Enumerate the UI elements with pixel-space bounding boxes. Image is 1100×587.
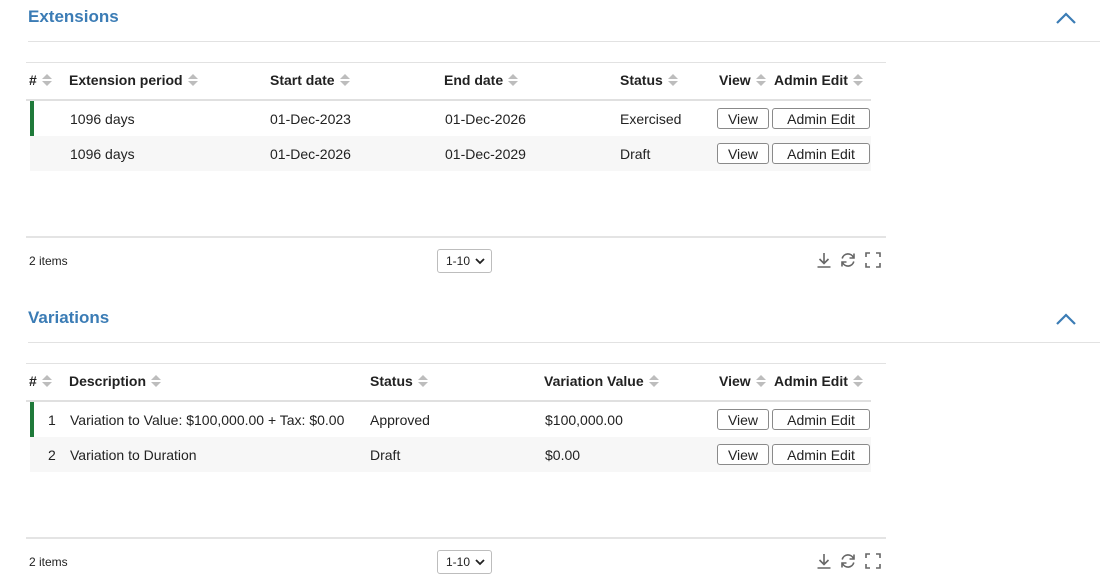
cell-status: Draft	[370, 447, 401, 463]
sort-icon	[339, 73, 350, 87]
section-title-extensions: Extensions	[28, 7, 119, 26]
sort-icon	[41, 374, 52, 388]
download-icon[interactable]	[815, 251, 833, 269]
col-header-label: #	[29, 72, 37, 88]
cell-variation-value: $100,000.00	[545, 412, 623, 428]
col-header-admin-edit[interactable]: Admin Edit	[774, 371, 863, 391]
extensions-section: Extensions # Extension period Start date…	[0, 0, 1100, 285]
table-row[interactable]: 1 Variation to Value: $100,000.00 + Tax:…	[30, 402, 871, 437]
table-row[interactable]: 1096 days 01-Dec-2026 01-Dec-2029 Draft …	[30, 136, 871, 171]
cell-extension-period: 1096 days	[70, 146, 135, 162]
col-header-label: Extension period	[69, 72, 183, 88]
col-header-number[interactable]: #	[29, 70, 52, 90]
col-header-start-date[interactable]: Start date	[270, 70, 350, 90]
item-count: 2 items	[29, 555, 68, 569]
col-header-label: Description	[69, 373, 147, 389]
refresh-icon[interactable]	[839, 251, 857, 269]
col-header-variation-value[interactable]: Variation Value	[544, 371, 659, 391]
view-button[interactable]: View	[717, 143, 769, 164]
page-size-select[interactable]: 1-10	[437, 249, 492, 273]
sort-icon	[151, 374, 162, 388]
view-button[interactable]: View	[717, 409, 769, 430]
sort-icon	[755, 374, 766, 388]
admin-edit-button[interactable]: Admin Edit	[772, 143, 870, 164]
selected-row-marker	[30, 402, 34, 437]
sort-icon	[648, 374, 659, 388]
view-button[interactable]: View	[717, 108, 769, 129]
col-header-number[interactable]: #	[29, 371, 52, 391]
col-header-view[interactable]: View	[719, 70, 766, 90]
grid-top-border	[26, 363, 886, 364]
sort-icon	[41, 73, 52, 87]
col-header-extension-period[interactable]: Extension period	[69, 70, 198, 90]
cell-extension-period: 1096 days	[70, 111, 135, 127]
page-size-value: 1-10	[446, 555, 471, 569]
sort-icon	[667, 73, 678, 87]
cell-end-date: 01-Dec-2029	[445, 146, 526, 162]
col-header-status[interactable]: Status	[620, 70, 678, 90]
cell-status: Draft	[620, 146, 651, 162]
cell-start-date: 01-Dec-2026	[270, 146, 351, 162]
cell-number: 1	[48, 412, 56, 428]
variations-section: Variations # Description Status Variatio…	[0, 301, 1100, 587]
cell-description: Variation to Duration	[70, 447, 197, 463]
chevron-up-icon	[1056, 12, 1076, 24]
col-header-label: Status	[620, 72, 663, 88]
table-row[interactable]: 2 Variation to Duration Draft $0.00 View…	[30, 437, 871, 472]
section-divider	[28, 41, 1100, 42]
col-header-status[interactable]: Status	[370, 371, 428, 391]
col-header-admin-edit[interactable]: Admin Edit	[774, 70, 863, 90]
col-header-label: Admin Edit	[774, 373, 848, 389]
collapse-extensions-button[interactable]	[1054, 8, 1078, 28]
col-header-label: Start date	[270, 72, 335, 88]
table-row[interactable]: 1096 days 01-Dec-2023 01-Dec-2026 Exerci…	[30, 101, 871, 136]
col-header-label: End date	[444, 72, 504, 88]
download-icon[interactable]	[815, 552, 833, 570]
col-header-description[interactable]: Description	[69, 371, 162, 391]
col-header-label: #	[29, 373, 37, 389]
sort-icon	[852, 374, 863, 388]
cell-variation-value: $0.00	[545, 447, 581, 463]
footer-divider	[26, 537, 886, 539]
admin-edit-button[interactable]: Admin Edit	[772, 444, 870, 465]
page-size-select[interactable]: 1-10	[437, 550, 492, 574]
fullscreen-icon[interactable]	[864, 552, 882, 570]
item-count: 2 items	[29, 254, 68, 268]
col-header-view[interactable]: View	[719, 371, 766, 391]
col-header-label: Admin Edit	[774, 72, 848, 88]
admin-edit-button[interactable]: Admin Edit	[772, 108, 870, 129]
cell-status: Approved	[370, 412, 430, 428]
sort-icon	[417, 374, 428, 388]
cell-description: Variation to Value: $100,000.00 + Tax: $…	[70, 412, 345, 428]
sort-icon	[508, 73, 519, 87]
col-header-end-date[interactable]: End date	[444, 70, 519, 90]
section-title-variations: Variations	[28, 308, 110, 327]
sort-icon	[755, 73, 766, 87]
col-header-label: View	[719, 72, 751, 88]
col-header-label: Variation Value	[544, 373, 644, 389]
page-size-value: 1-10	[446, 254, 471, 268]
sort-icon	[187, 73, 198, 87]
sort-icon	[852, 73, 863, 87]
view-button[interactable]: View	[717, 444, 769, 465]
col-header-label: Status	[370, 373, 413, 389]
collapse-variations-button[interactable]	[1054, 309, 1078, 329]
admin-edit-button[interactable]: Admin Edit	[772, 409, 870, 430]
cell-start-date: 01-Dec-2023	[270, 111, 351, 127]
chevron-down-icon	[475, 258, 485, 265]
section-divider	[28, 342, 1100, 343]
cell-end-date: 01-Dec-2026	[445, 111, 526, 127]
footer-divider	[26, 236, 886, 238]
selected-row-marker	[30, 101, 34, 136]
fullscreen-icon[interactable]	[864, 251, 882, 269]
cell-number: 2	[48, 447, 56, 463]
chevron-down-icon	[475, 559, 485, 566]
col-header-label: View	[719, 373, 751, 389]
cell-status: Exercised	[620, 111, 682, 127]
chevron-up-icon	[1056, 313, 1076, 325]
grid-top-border	[26, 62, 886, 63]
refresh-icon[interactable]	[839, 552, 857, 570]
